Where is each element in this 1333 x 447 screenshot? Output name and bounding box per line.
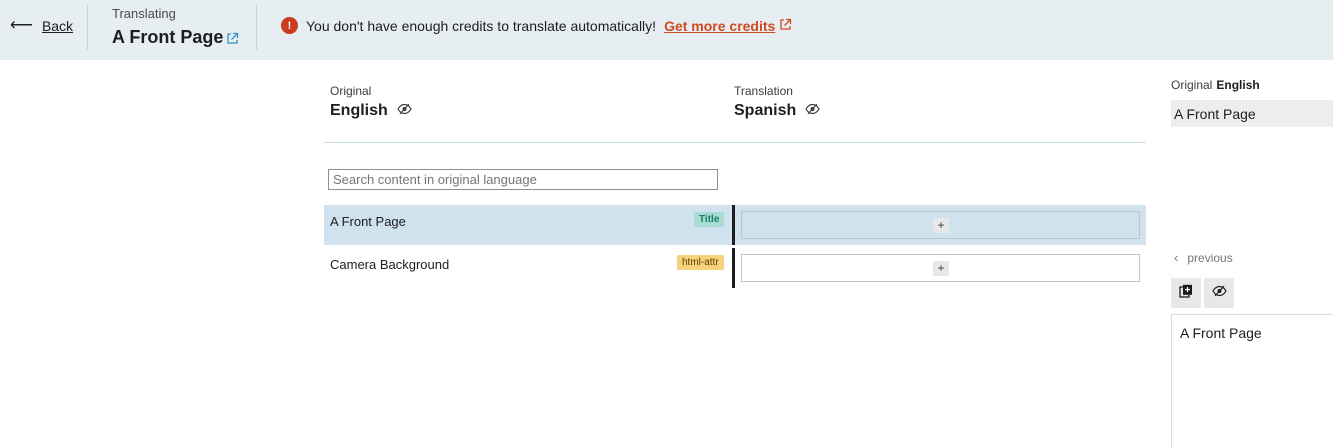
plus-icon[interactable]: + — [933, 218, 949, 233]
divider — [87, 4, 88, 50]
translation-language-header: Translation Spanish — [734, 84, 820, 120]
top-bar: ⟵ Back Translating A Front Page ! You do… — [0, 0, 1333, 60]
notice-text: You don't have enough credits to transla… — [306, 17, 657, 34]
divider — [256, 4, 257, 50]
eye-slash-icon[interactable] — [805, 102, 820, 120]
chevron-left-icon: ‹ — [1174, 250, 1179, 265]
eye-slash-icon[interactable] — [397, 102, 412, 120]
page-title: A Front Page — [112, 25, 239, 50]
plus-icon[interactable]: + — [933, 261, 949, 276]
string-row[interactable]: Camera Background html-attr + — [324, 248, 1146, 288]
search-input[interactable] — [328, 169, 718, 190]
back-button[interactable]: ⟵ Back — [10, 17, 74, 35]
copy-original-button[interactable] — [1171, 278, 1201, 308]
arrow-left-icon: ⟵ — [10, 17, 33, 34]
previous-label: previous — [1187, 250, 1233, 265]
page-title-text: A Front Page — [112, 27, 224, 47]
original-caption: Original — [1171, 78, 1213, 92]
translation-field[interactable]: + — [741, 211, 1140, 239]
original-language: English — [1216, 78, 1260, 92]
original-language-header: Original English — [330, 84, 412, 120]
original-language-name: English — [330, 102, 388, 119]
header-divider — [324, 142, 1146, 143]
translating-label: Translating — [112, 6, 176, 21]
get-more-credits-link[interactable]: Get more credits — [664, 18, 775, 34]
toggle-visibility-button[interactable] — [1204, 278, 1234, 308]
copy-icon — [1179, 284, 1193, 303]
string-row[interactable]: A Front Page Title + — [324, 205, 1146, 245]
row-divider — [732, 205, 735, 245]
source-text: Camera Background — [330, 257, 450, 272]
credits-notice: ! You don't have enough credits to trans… — [281, 17, 792, 34]
title-tag: Title — [694, 212, 725, 227]
translation-caption: Translation — [734, 84, 793, 98]
back-label: Back — [41, 18, 74, 34]
error-icon: ! — [281, 17, 298, 34]
original-caption: Original — [330, 84, 372, 98]
row-divider — [732, 248, 735, 288]
original-text-display: A Front Page — [1171, 100, 1333, 127]
translation-language-name: Spanish — [734, 102, 797, 119]
previous-button[interactable]: ‹ previous — [1174, 250, 1233, 265]
translation-editor[interactable]: A Front Page — [1171, 314, 1333, 447]
external-link-icon[interactable] — [226, 29, 239, 50]
translation-field[interactable]: + — [741, 254, 1140, 282]
right-panel-header: Original English — [1171, 78, 1260, 92]
eye-slash-icon — [1211, 284, 1227, 302]
source-text: A Front Page — [330, 214, 406, 229]
html-attr-tag: html-attr — [677, 255, 724, 270]
external-link-icon[interactable] — [779, 18, 792, 34]
